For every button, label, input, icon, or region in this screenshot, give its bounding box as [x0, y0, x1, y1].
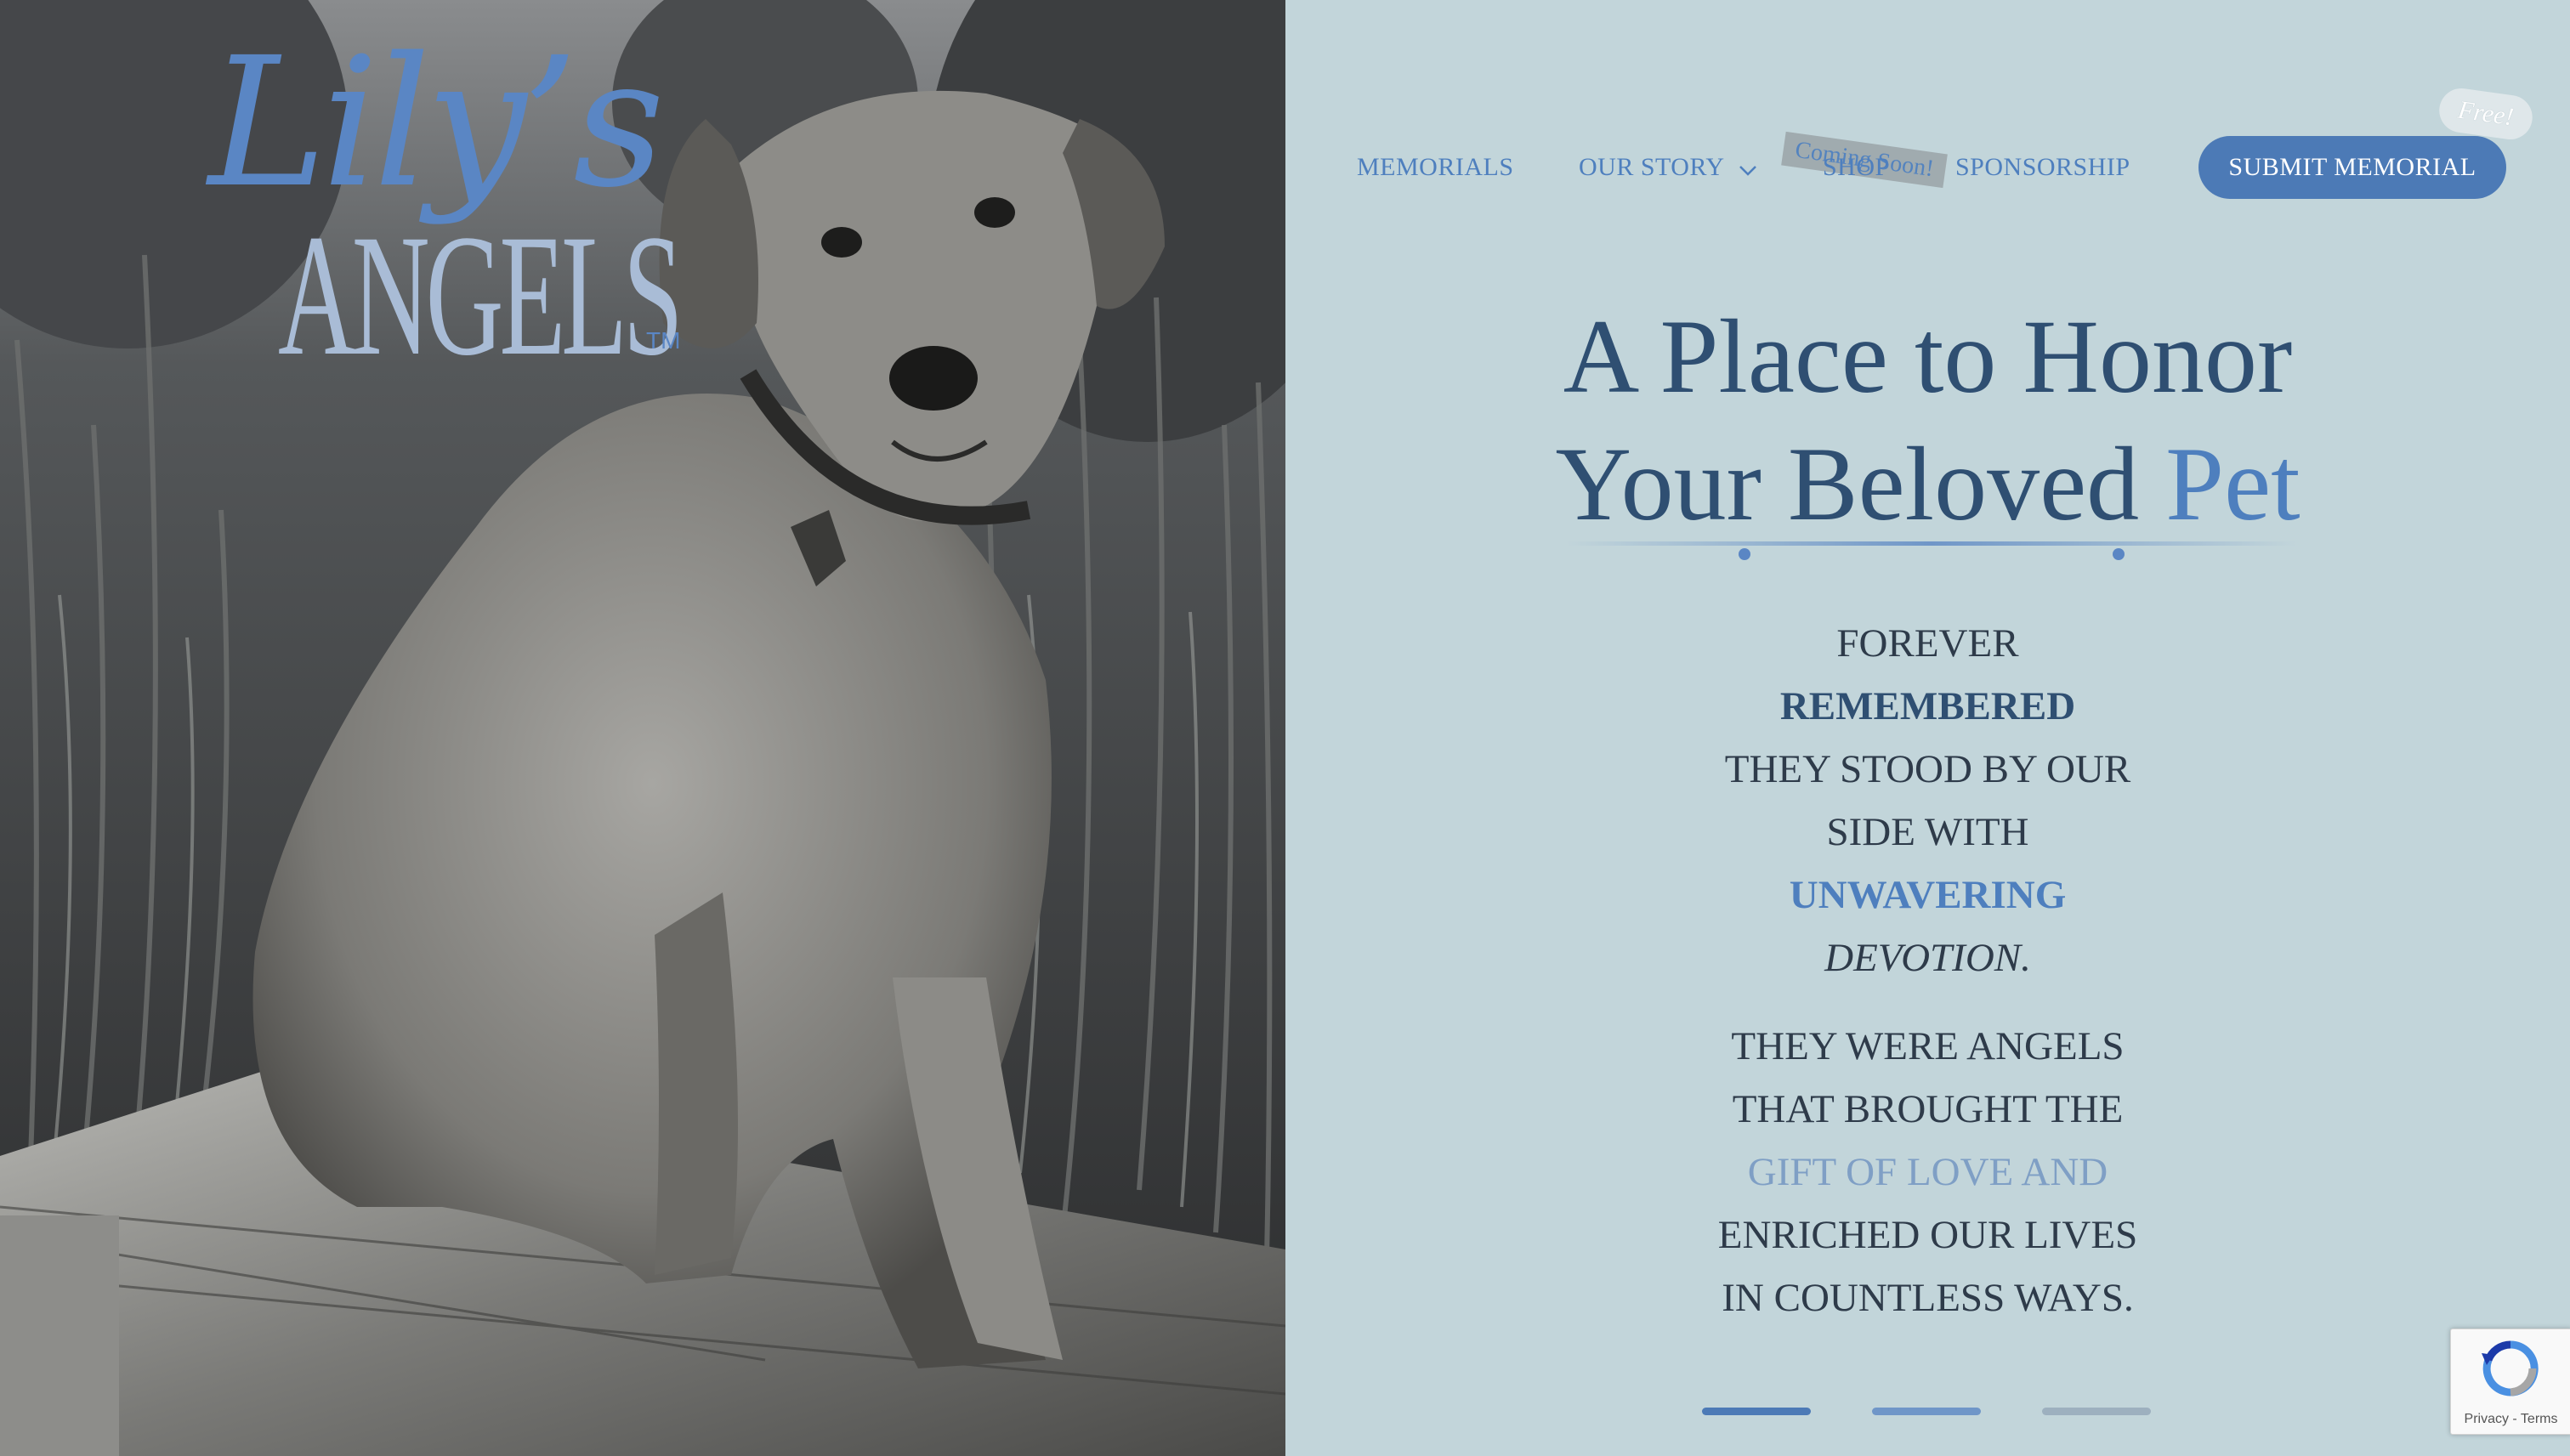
slider-indicators: [1702, 1408, 2178, 1418]
logo-trademark: TM: [646, 327, 681, 354]
tagline-line: THEY WERE ANGELS: [1731, 1024, 2125, 1068]
logo-wordmark: ANGELS: [278, 199, 684, 392]
slide-indicator[interactable]: [2042, 1408, 2151, 1415]
title-line-1: A Place to Honor: [1563, 298, 2293, 415]
tagline-line: SIDE WITH: [1826, 810, 2029, 854]
free-badge-label: Free!: [2456, 95, 2516, 132]
tagline-line: THEY STOOD BY OUR: [1724, 747, 2131, 791]
nav-our-story[interactable]: OUR STORY: [1579, 153, 1757, 184]
tagline-line: IN COUNTLESS WAYS.: [1722, 1276, 2134, 1320]
page-title: A Place to Honor Your Beloved Pet: [1285, 293, 2570, 548]
nav-memorials-label: MEMORIALS: [1357, 153, 1514, 181]
tagline-line: REMEMBERED: [1779, 684, 2076, 728]
recaptcha-badge[interactable]: Privacy - Terms: [2450, 1329, 2570, 1435]
title-accent-word: Pet: [2165, 426, 2301, 542]
hero-content: MEMORIALS OUR STORY Coming Soon! SHOP SP…: [1285, 0, 2570, 1456]
tagline-line: DEVOTION.: [1824, 936, 2031, 980]
title-divider: [1566, 541, 2297, 560]
nav-sponsorship[interactable]: SPONSORSHIP: [1955, 153, 2130, 182]
nav-shop[interactable]: SHOP: [1823, 153, 1890, 182]
tagline-spacer: [1285, 989, 2570, 1015]
recaptcha-icon: [2482, 1340, 2539, 1397]
free-badge: Free!: [2436, 85, 2536, 143]
nav-our-story-label: OUR STORY: [1579, 153, 1724, 181]
tagline-line: GIFT OF LOVE AND: [1747, 1150, 2108, 1194]
title-line-2: Your Beloved Pet: [1285, 421, 2570, 548]
slide-indicator[interactable]: [1872, 1408, 1981, 1415]
tagline-line: THAT BROUGHT THE: [1732, 1087, 2124, 1131]
hero-photo: Lily’s ANGELS TM: [0, 0, 1285, 1456]
nav-shop-label: SHOP: [1823, 153, 1890, 181]
title-line-2-plain: Your Beloved: [1555, 426, 2140, 542]
slide-indicator[interactable]: [1702, 1408, 1811, 1415]
recaptcha-links[interactable]: Privacy - Terms: [2451, 1412, 2570, 1427]
tagline-line: FOREVER: [1836, 621, 2019, 666]
brand-logo[interactable]: Lily’s ANGELS TM: [208, 19, 684, 383]
submit-memorial-button[interactable]: SUBMIT MEMORIAL: [2198, 136, 2506, 199]
logo-script-text: Lily’s: [208, 19, 665, 227]
main-nav: MEMORIALS OUR STORY Coming Soon! SHOP SP…: [1285, 85, 2570, 204]
tagline: FOREVER REMEMBERED THEY STOOD BY OUR SID…: [1285, 612, 2570, 1329]
tagline-line: UNWAVERING: [1789, 873, 2067, 917]
nav-memorials[interactable]: MEMORIALS: [1357, 153, 1514, 182]
tagline-line: ENRICHED OUR LIVES: [1717, 1213, 2138, 1257]
nav-sponsorship-label: SPONSORSHIP: [1955, 153, 2130, 181]
chevron-down-icon: [1739, 155, 1757, 184]
